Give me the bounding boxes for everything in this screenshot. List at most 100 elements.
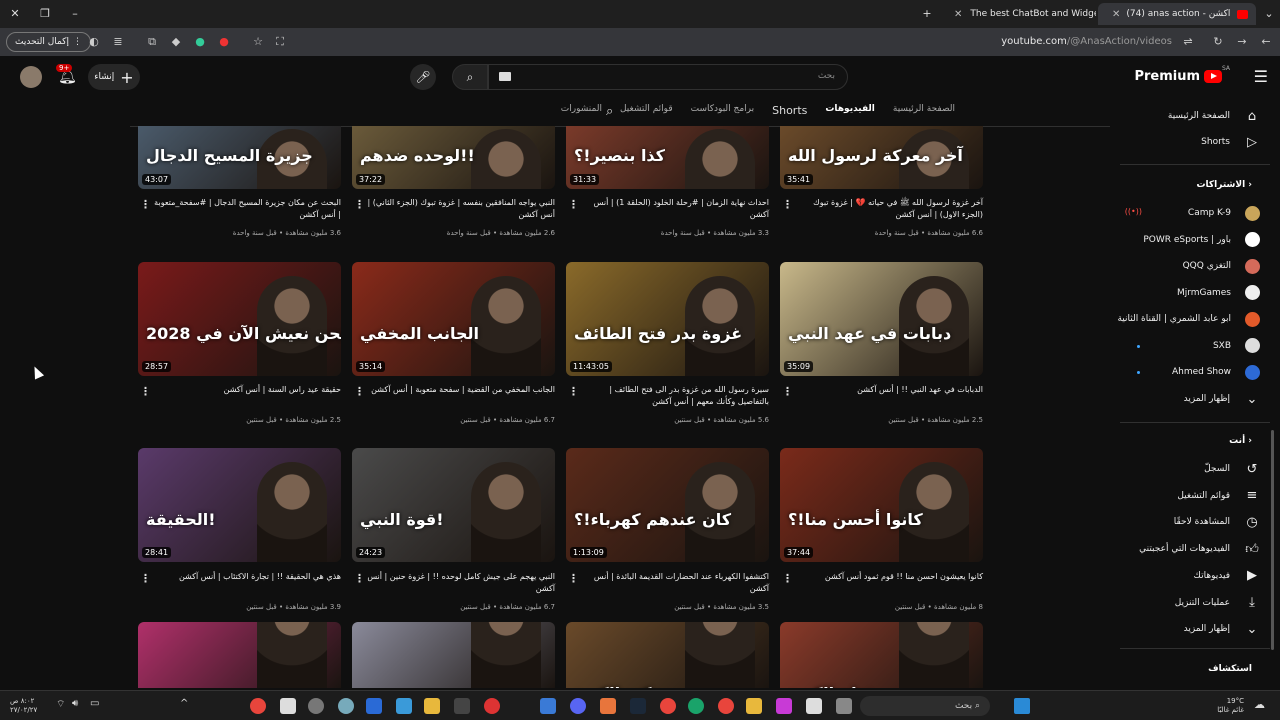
video-thumbnail[interactable]: كانوا أحسن منا!؟ 37:44 [780, 448, 983, 562]
extension-red-icon[interactable]: ● [216, 34, 232, 50]
weather-cloud-icon[interactable]: ☁ [1254, 698, 1270, 714]
address-bar[interactable]: youtube.com/@AnasAction/videos [1001, 36, 1172, 47]
app-icon[interactable] [600, 698, 616, 714]
you-heading[interactable]: أنت › [1229, 436, 1252, 446]
reload-icon[interactable]: ↻ [1210, 34, 1226, 50]
video-thumbnail[interactable]: لوحده ضدهم!! 37:22 [352, 126, 555, 189]
sidebar-item-you[interactable]: السجلّ ↺ [1204, 459, 1260, 479]
discord-icon[interactable] [570, 698, 586, 714]
video-title[interactable]: اكتشفوا الكهرباء عند الحضارات القديمة ال… [579, 571, 769, 595]
video-title[interactable]: الجانب المخفي من القضية | سفحة متعوبة | … [365, 384, 555, 396]
video-menu-icon[interactable]: ⋮ [354, 385, 365, 398]
sidebar-subscription[interactable]: ابو عابد الشمري | القناة الثانية [1117, 309, 1260, 329]
video-title[interactable]: سيرة رسول الله من غزوة بدر الى فتح الطائ… [579, 384, 769, 408]
taskbar-search[interactable]: بحث ⌕ [860, 696, 990, 716]
video-thumbnail[interactable]: الجانب المخفي 35:14 [352, 262, 555, 376]
video-thumbnail[interactable]: قوة النبي! 24:23 [352, 448, 555, 562]
video-title[interactable]: كانوا يعيشون احسن منا !! قوم ثمود أنس آك… [793, 571, 983, 583]
search-input[interactable]: بحث [488, 64, 848, 90]
video-title[interactable]: النبي يهجم على جيش كامل لوحده !! | غزوة … [365, 571, 555, 595]
chrome-icon[interactable] [250, 698, 266, 714]
sidebar-icon[interactable]: ≣ [110, 34, 126, 50]
video-title[interactable]: النبي يواجه المنافقين بنفسه | غزوة تبوك … [365, 197, 555, 221]
channel-search-icon[interactable]: ⌕ [606, 104, 613, 119]
tab-close-icon[interactable]: ✕ [1112, 9, 1120, 20]
sidebar-subscription[interactable]: MjrmGames [1177, 283, 1260, 303]
tab-search-icon[interactable]: ⌄ [1260, 5, 1278, 23]
tab-podcasts[interactable]: برامج البودكاست [691, 104, 754, 120]
chrome-active-icon[interactable] [718, 698, 734, 714]
new-tab-icon[interactable]: + [918, 5, 936, 23]
tab-close-icon[interactable]: ✕ [954, 9, 962, 20]
app-icon[interactable] [484, 698, 500, 714]
windows-start-icon[interactable] [1014, 698, 1030, 714]
video-menu-icon[interactable]: ⋮ [782, 572, 793, 585]
video-title[interactable]: احداث نهاية الزمان | #رحلة الخلود (الحلق… [579, 197, 769, 221]
video-title[interactable]: هذي هي الحقيقة !! | تجارة الاكتئاب | أنس… [151, 571, 341, 583]
video-thumbnail[interactable]: نحن نعيش الآن في 2028 28:57 [138, 262, 341, 376]
clock[interactable]: ٨:٠٢ ص ٢٧/٠٢/٢٧ [10, 697, 37, 715]
sidebar-item-shorts[interactable]: Shorts ▷ [1201, 132, 1260, 152]
youtube-premium-logo[interactable]: Premium [1134, 69, 1222, 84]
keyboard-icon[interactable] [499, 72, 511, 81]
video-menu-icon[interactable]: ⋮ [140, 385, 151, 398]
video-thumbnail[interactable]: كان عندهم كهرباء!؟ 1:13:09 [566, 448, 769, 562]
sidebar-item-you[interactable]: عمليات التنزيل ⤓ [1175, 593, 1260, 613]
video-menu-icon[interactable]: ⋮ [140, 198, 151, 211]
sidebar-show-more-subs[interactable]: إظهار المزيد ⌄ [1184, 389, 1260, 409]
video-menu-icon[interactable]: ⋮ [568, 572, 579, 585]
sidebar-subscription[interactable]: POWR eSports | باور [1143, 230, 1260, 250]
steam-icon[interactable] [630, 698, 646, 714]
back-icon[interactable]: ← [1258, 34, 1274, 50]
close-window-icon[interactable]: ✕ [6, 5, 24, 23]
tab-home[interactable]: الصفحة الرئيسية [893, 104, 955, 120]
tab-shorts[interactable]: Shorts [772, 104, 807, 120]
video-thumbnail[interactable] [352, 622, 555, 688]
network-icon[interactable]: ⌔ [56, 698, 72, 714]
account-avatar[interactable] [20, 66, 42, 88]
task-view-icon[interactable] [836, 698, 852, 714]
video-thumbnail[interactable]: دبابات في عهد النبي 35:09 [780, 262, 983, 376]
sidebar-item-you[interactable]: المشاهدة لاحقًا ◷ [1174, 512, 1260, 532]
app-icon[interactable] [338, 698, 354, 714]
app-icon[interactable] [776, 698, 792, 714]
sidebar-scrollbar[interactable] [1271, 430, 1274, 650]
video-thumbnail[interactable]: غزوة بدر فتح الطائف 11:43:05 [566, 262, 769, 376]
app-icon[interactable] [454, 698, 470, 714]
video-title[interactable]: آخر غزوة لرسول الله ﷺ في حياته 💔 | غزوة … [793, 197, 983, 221]
video-menu-icon[interactable]: ⋮ [782, 385, 793, 398]
subscriptions-heading[interactable]: الاشتراكات › [1197, 180, 1253, 190]
video-thumbnail[interactable]: يحرس كنز الكعبة [566, 622, 769, 688]
video-thumbnail[interactable]: آخر معركة لرسول الله 35:41 [780, 126, 983, 189]
video-menu-icon[interactable]: ⋮ [140, 572, 151, 585]
create-button[interactable]: إنشاء + [88, 64, 140, 90]
edge-icon[interactable] [688, 698, 704, 714]
bookmark-star-icon[interactable]: ☆ [250, 34, 266, 50]
tab-playlists[interactable]: قوائم التشغيل [620, 104, 673, 120]
sidebar-subscription[interactable]: Ahmed Show [1172, 362, 1260, 382]
app-icon[interactable] [424, 698, 440, 714]
app-icon[interactable] [280, 698, 296, 714]
search-button[interactable]: ⌕ [452, 64, 488, 90]
extension-diamond-icon[interactable]: ◆ [168, 34, 184, 50]
settings-app-icon[interactable] [308, 698, 324, 714]
sidebar-subscription[interactable]: Camp K-9 [1188, 203, 1260, 223]
video-thumbnail[interactable]: كذا بنصير!؟ 31:33 [566, 126, 769, 189]
forward-icon[interactable]: → [1234, 34, 1250, 50]
app-icon[interactable] [540, 698, 556, 714]
site-settings-icon[interactable]: ⇌ [1180, 34, 1196, 50]
video-menu-icon[interactable]: ⋮ [568, 198, 579, 211]
app-icon[interactable] [366, 698, 382, 714]
app-icon[interactable] [806, 698, 822, 714]
video-menu-icon[interactable]: ⋮ [782, 198, 793, 211]
voice-search-icon[interactable]: 🎤︎ [410, 64, 436, 90]
screenshot-icon[interactable]: ⛶ [272, 34, 288, 50]
video-title[interactable]: حقيقة عيد راس السنة | أنس آكشن [151, 384, 341, 396]
chrome-icon[interactable] [660, 698, 676, 714]
video-title[interactable]: البحث عن مكان جزيرة المسيح الدجال | #سفح… [151, 197, 341, 221]
video-menu-icon[interactable]: ⋮ [354, 572, 365, 585]
video-thumbnail[interactable]: الحقيقة! 28:41 [138, 448, 341, 562]
video-thumbnail[interactable]: مفتاح الكعبة [780, 622, 983, 688]
sidebar-subscription[interactable]: SXB [1213, 336, 1260, 356]
file-explorer-icon[interactable] [746, 698, 762, 714]
